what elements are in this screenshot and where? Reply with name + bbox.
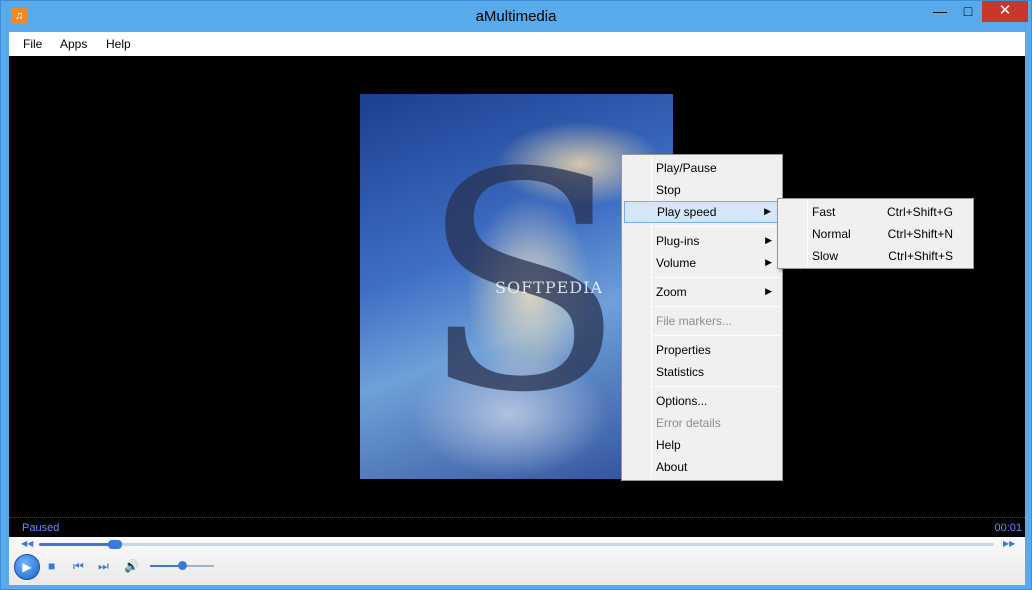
seek-thumb[interactable] xyxy=(108,540,123,549)
menu-separator xyxy=(653,226,780,227)
menu-item-label: Help xyxy=(656,438,681,452)
control-bar: ◀◀ ▶▶ ▶ ■ ⏮ ⏭ 🔊 xyxy=(9,537,1025,585)
menu-item-normal[interactable]: Normal Ctrl+Shift+N xyxy=(780,223,971,245)
menu-item-shortcut: Ctrl+Shift+S xyxy=(888,249,953,263)
submenu-arrow-icon: ▶ xyxy=(765,286,772,296)
menu-item-volume[interactable]: Volume ▶ xyxy=(624,252,780,274)
menu-item-stop[interactable]: Stop xyxy=(624,179,780,201)
menu-item-label: Fast xyxy=(812,205,836,219)
menu-separator xyxy=(653,335,780,336)
video-area[interactable]: S SOFTPEDIA xyxy=(9,56,1025,517)
menu-item-properties[interactable]: Properties xyxy=(624,339,780,361)
window-title: aMultimedia xyxy=(475,8,557,25)
playback-status: Paused xyxy=(22,522,60,534)
menu-separator xyxy=(653,386,780,387)
menu-file[interactable]: File xyxy=(23,37,42,51)
menu-item-help[interactable]: Help xyxy=(624,434,780,456)
volume-slider[interactable] xyxy=(150,561,214,570)
menu-item-fast[interactable]: Fast Ctrl+Shift+G xyxy=(780,201,971,223)
menu-item-label: Properties xyxy=(656,343,711,357)
menu-separator xyxy=(653,306,780,307)
menu-item-statistics[interactable]: Statistics xyxy=(624,361,780,383)
menu-item-label: Play/Pause xyxy=(656,161,717,175)
menu-item-label: Normal xyxy=(812,227,851,241)
menu-help[interactable]: Help xyxy=(106,37,131,51)
menu-item-file-markers[interactable]: File markers... xyxy=(624,310,780,332)
seek-bar-fill xyxy=(39,543,116,546)
menu-item-play-pause[interactable]: Play/Pause xyxy=(624,157,780,179)
elapsed-time: 00:01 xyxy=(994,522,1022,534)
next-icon[interactable]: ⏭ xyxy=(98,559,109,574)
menu-apps[interactable]: Apps xyxy=(60,37,87,51)
menu-bar: File Apps Help xyxy=(9,32,1025,56)
menu-item-label: Error details xyxy=(656,416,721,430)
menu-item-slow[interactable]: Slow Ctrl+Shift+S xyxy=(780,245,971,267)
submenu-arrow-icon: ▶ xyxy=(765,257,772,267)
menu-item-label: Stop xyxy=(656,183,681,197)
volume-icon[interactable]: 🔊 xyxy=(124,559,139,573)
menu-item-label: File markers... xyxy=(656,314,733,328)
menu-item-label: Plug-ins xyxy=(656,234,700,248)
artwork-watermark: SOFTPEDIA xyxy=(495,278,603,297)
menu-item-shortcut: Ctrl+Shift+G xyxy=(886,205,953,219)
menu-item-options[interactable]: Options... xyxy=(624,390,780,412)
menu-item-about[interactable]: About xyxy=(624,456,780,478)
menu-item-plug-ins[interactable]: Plug-ins ▶ xyxy=(624,230,780,252)
status-bar: Paused 00:01 xyxy=(9,517,1025,537)
title-bar[interactable]: ♫ aMultimedia — □ ✕ xyxy=(1,1,1031,32)
seek-bar[interactable] xyxy=(39,540,994,549)
submenu-arrow-icon: ▶ xyxy=(764,206,771,216)
close-button[interactable]: ✕ xyxy=(982,1,1028,22)
menu-item-label: Play speed xyxy=(657,205,717,219)
seek-end-icon[interactable]: ▶▶ xyxy=(1003,539,1015,548)
menu-item-error-details[interactable]: Error details xyxy=(624,412,780,434)
menu-item-play-speed[interactable]: Play speed ▶ xyxy=(624,201,780,223)
play-speed-submenu: Fast Ctrl+Shift+G Normal Ctrl+Shift+N Slow… xyxy=(777,198,974,269)
app-window: ♫ aMultimedia — □ ✕ File Apps Help S SOF… xyxy=(0,0,1032,590)
menu-separator xyxy=(653,277,780,278)
menu-item-label: Zoom xyxy=(656,285,687,299)
submenu-arrow-icon: ▶ xyxy=(765,235,772,245)
seek-start-icon[interactable]: ◀◀ xyxy=(21,539,33,548)
menu-item-label: Statistics xyxy=(656,365,705,379)
previous-icon[interactable]: ⏮ xyxy=(73,559,84,574)
volume-thumb[interactable] xyxy=(178,561,187,570)
menu-item-label: Volume xyxy=(656,256,697,270)
menu-item-zoom[interactable]: Zoom ▶ xyxy=(624,281,780,303)
menu-item-label: Slow xyxy=(812,249,839,263)
stop-icon[interactable]: ■ xyxy=(48,559,55,573)
context-menu: Play/Pause Stop Play speed ▶ Plug-ins ▶ Vo… xyxy=(621,154,783,481)
menu-item-label: About xyxy=(656,460,688,474)
play-button[interactable]: ▶ xyxy=(14,554,40,580)
menu-item-label: Options... xyxy=(656,394,708,408)
menu-item-shortcut: Ctrl+Shift+N xyxy=(887,227,953,241)
